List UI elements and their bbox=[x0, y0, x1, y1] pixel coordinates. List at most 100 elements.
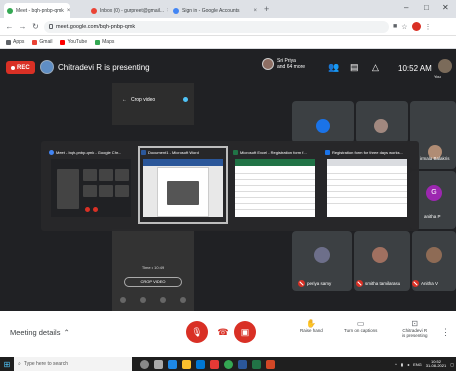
tab-gmail[interactable]: Inbox (0) - gurpreet@gmail... × bbox=[88, 3, 168, 18]
phone-nav-icons bbox=[120, 297, 186, 305]
tab-meet[interactable]: Meet - bqh-pnbp-qmk × bbox=[4, 3, 70, 18]
mic-off-icon: 🎙 bbox=[191, 326, 203, 337]
meet-favicon-icon bbox=[7, 7, 13, 14]
present-screen-icon: ⊡ bbox=[411, 319, 419, 328]
self-label: You bbox=[434, 74, 441, 79]
leave-call-button[interactable]: ☎ bbox=[212, 321, 234, 343]
phone-hangup-icon: ☎ bbox=[217, 326, 229, 337]
profile-avatar[interactable] bbox=[411, 22, 421, 31]
switcher-window-meet[interactable]: Meet - bqh-pnbp-qmk - Google Chr... bbox=[47, 147, 135, 223]
maximize-button[interactable]: □ bbox=[424, 3, 429, 12]
word-icon bbox=[141, 149, 146, 155]
volume-icon[interactable]: ◂ bbox=[407, 362, 409, 367]
bookmark-gmail[interactable]: Gmail bbox=[32, 39, 52, 45]
close-window-button[interactable]: ✕ bbox=[442, 3, 449, 12]
back-icon[interactable]: ← bbox=[5, 22, 14, 31]
crop-video-menu-item: ← Crop video bbox=[122, 97, 156, 103]
participant-name-tag: Anitha V bbox=[412, 280, 438, 287]
network-icon[interactable]: ▮ bbox=[401, 362, 403, 367]
chrome-taskbar-icon[interactable] bbox=[224, 359, 233, 369]
camera-off-icon: ▣ bbox=[240, 326, 250, 337]
hand-icon: ✋ bbox=[306, 319, 317, 328]
star-icon[interactable]: ☆ bbox=[401, 23, 407, 31]
task-view-icon[interactable] bbox=[154, 359, 163, 369]
tab-title: Meet - bqh-pnbp-qmk bbox=[16, 7, 64, 14]
back-arrow-icon: ← bbox=[122, 97, 127, 103]
bookmark-apps[interactable]: Apps bbox=[6, 39, 24, 45]
file-explorer-icon[interactable] bbox=[182, 359, 191, 369]
chat-icon[interactable]: ▤ bbox=[350, 62, 359, 73]
close-tab-icon[interactable]: × bbox=[167, 8, 168, 14]
record-dot-icon bbox=[11, 65, 15, 70]
chevron-up-icon[interactable]: ^ bbox=[395, 362, 397, 367]
activities-icon[interactable]: △ bbox=[372, 62, 379, 73]
mic-off-icon bbox=[356, 280, 363, 287]
camera-ext-icon[interactable]: ■ bbox=[393, 23, 397, 30]
presenter-status: Chitradevi R is presenting bbox=[58, 63, 150, 72]
switcher-window-word[interactable]: Document1 - Microsoft Word bbox=[138, 146, 228, 224]
circle-icon bbox=[160, 297, 166, 303]
store-icon[interactable] bbox=[196, 359, 205, 369]
switcher-window-excel[interactable]: Microsoft Excel - Registration form f... bbox=[231, 147, 319, 223]
reload-icon[interactable]: ↻ bbox=[31, 22, 40, 31]
apps-grid-icon bbox=[6, 39, 11, 45]
edge-icon[interactable] bbox=[168, 359, 177, 369]
participant-tile bbox=[356, 101, 408, 143]
participant-name: irmala Balakris bbox=[420, 156, 450, 161]
browser-tab-strip: Meet - bqh-pnbp-qmk × Inbox (0) - gurpre… bbox=[0, 0, 456, 18]
cortana-icon[interactable] bbox=[140, 359, 149, 369]
excel-icon bbox=[233, 149, 238, 155]
captions-button[interactable]: ▭ Turn on captions bbox=[344, 320, 377, 334]
bookmark-maps[interactable]: Maps bbox=[95, 39, 114, 45]
switcher-window-forms[interactable]: Registration form for three days works..… bbox=[323, 147, 411, 223]
participant-name: anitha P bbox=[424, 214, 441, 219]
bookmark-youtube[interactable]: YouTube bbox=[60, 39, 87, 45]
close-tab-icon[interactable]: × bbox=[67, 8, 70, 14]
windows-start-icon[interactable]: ⊞ bbox=[0, 357, 14, 371]
taskbar-apps bbox=[140, 359, 275, 369]
menu-dots-icon[interactable]: ⋮ bbox=[425, 23, 432, 31]
tab-title: Inbox (0) - gurpreet@gmail... bbox=[100, 7, 164, 14]
meeting-details-button[interactable]: Meeting details ⌃ bbox=[10, 328, 70, 337]
participant-tile bbox=[292, 101, 354, 143]
meet-stage: REC Chitradevi R is presenting Sri Priya… bbox=[0, 49, 456, 311]
mic-off-icon bbox=[412, 280, 419, 287]
raise-hand-button[interactable]: ✋ Raise hand bbox=[300, 319, 323, 334]
bookmarks-bar: Apps Gmail YouTube Maps bbox=[0, 36, 456, 49]
participant-avatar bbox=[262, 58, 274, 70]
lock-icon bbox=[49, 24, 53, 29]
circle-icon bbox=[140, 297, 146, 303]
taskbar-search-input[interactable]: ⌕ Type here to search bbox=[14, 357, 132, 371]
more-options-icon[interactable]: ⋮ bbox=[441, 327, 450, 338]
new-tab-button[interactable]: + bbox=[264, 4, 269, 14]
address-bar-row: ← → ↻ meet.google.com/bqh-pnbp-qmk ■ ☆ ⋮ bbox=[0, 18, 456, 36]
chrome-icon bbox=[49, 149, 54, 155]
participants-pill[interactable]: Sri Priya and 64 more bbox=[262, 58, 305, 70]
participant-name-tag: smitha tamilarasu bbox=[356, 280, 400, 287]
office-icon[interactable] bbox=[210, 359, 219, 369]
tab-title: Sign in - Google Accounts bbox=[182, 7, 240, 14]
phone-time-text: Time • 10:49 bbox=[141, 265, 165, 270]
forward-icon[interactable]: → bbox=[18, 22, 27, 31]
language-indicator[interactable]: ENG bbox=[413, 362, 422, 367]
presenting-button[interactable]: ⊡ Chitradevi R is presenting bbox=[402, 319, 428, 339]
excel-thumbnail bbox=[235, 159, 315, 217]
powerpoint-taskbar-icon[interactable] bbox=[266, 359, 275, 369]
tray-clock[interactable]: 10:52 31-08-2021 bbox=[426, 359, 446, 369]
mic-toggle-button[interactable]: 🎙 bbox=[186, 321, 208, 343]
participant-avatar bbox=[316, 119, 330, 133]
excel-taskbar-icon[interactable] bbox=[252, 359, 261, 369]
people-icon[interactable]: 👥 bbox=[328, 62, 339, 73]
close-tab-icon[interactable]: × bbox=[253, 8, 257, 14]
camera-toggle-button[interactable]: ▣ bbox=[234, 321, 256, 343]
url-input[interactable]: meet.google.com/bqh-pnbp-qmk bbox=[44, 20, 389, 33]
gmail-icon bbox=[32, 39, 38, 45]
self-avatar[interactable] bbox=[438, 59, 452, 73]
tab-google-accounts[interactable]: Sign in - Google Accounts × bbox=[170, 3, 260, 18]
notifications-icon[interactable]: ▢ bbox=[450, 362, 454, 367]
participant-name-tag: periya samy bbox=[298, 280, 331, 287]
maps-icon bbox=[95, 39, 101, 45]
meet-bottom-bar: Meeting details ⌃ 🎙 ☎ ▣ ✋ Raise hand ▭ T… bbox=[0, 311, 456, 357]
minimize-button[interactable]: – bbox=[404, 3, 408, 12]
word-taskbar-icon[interactable] bbox=[238, 359, 247, 369]
